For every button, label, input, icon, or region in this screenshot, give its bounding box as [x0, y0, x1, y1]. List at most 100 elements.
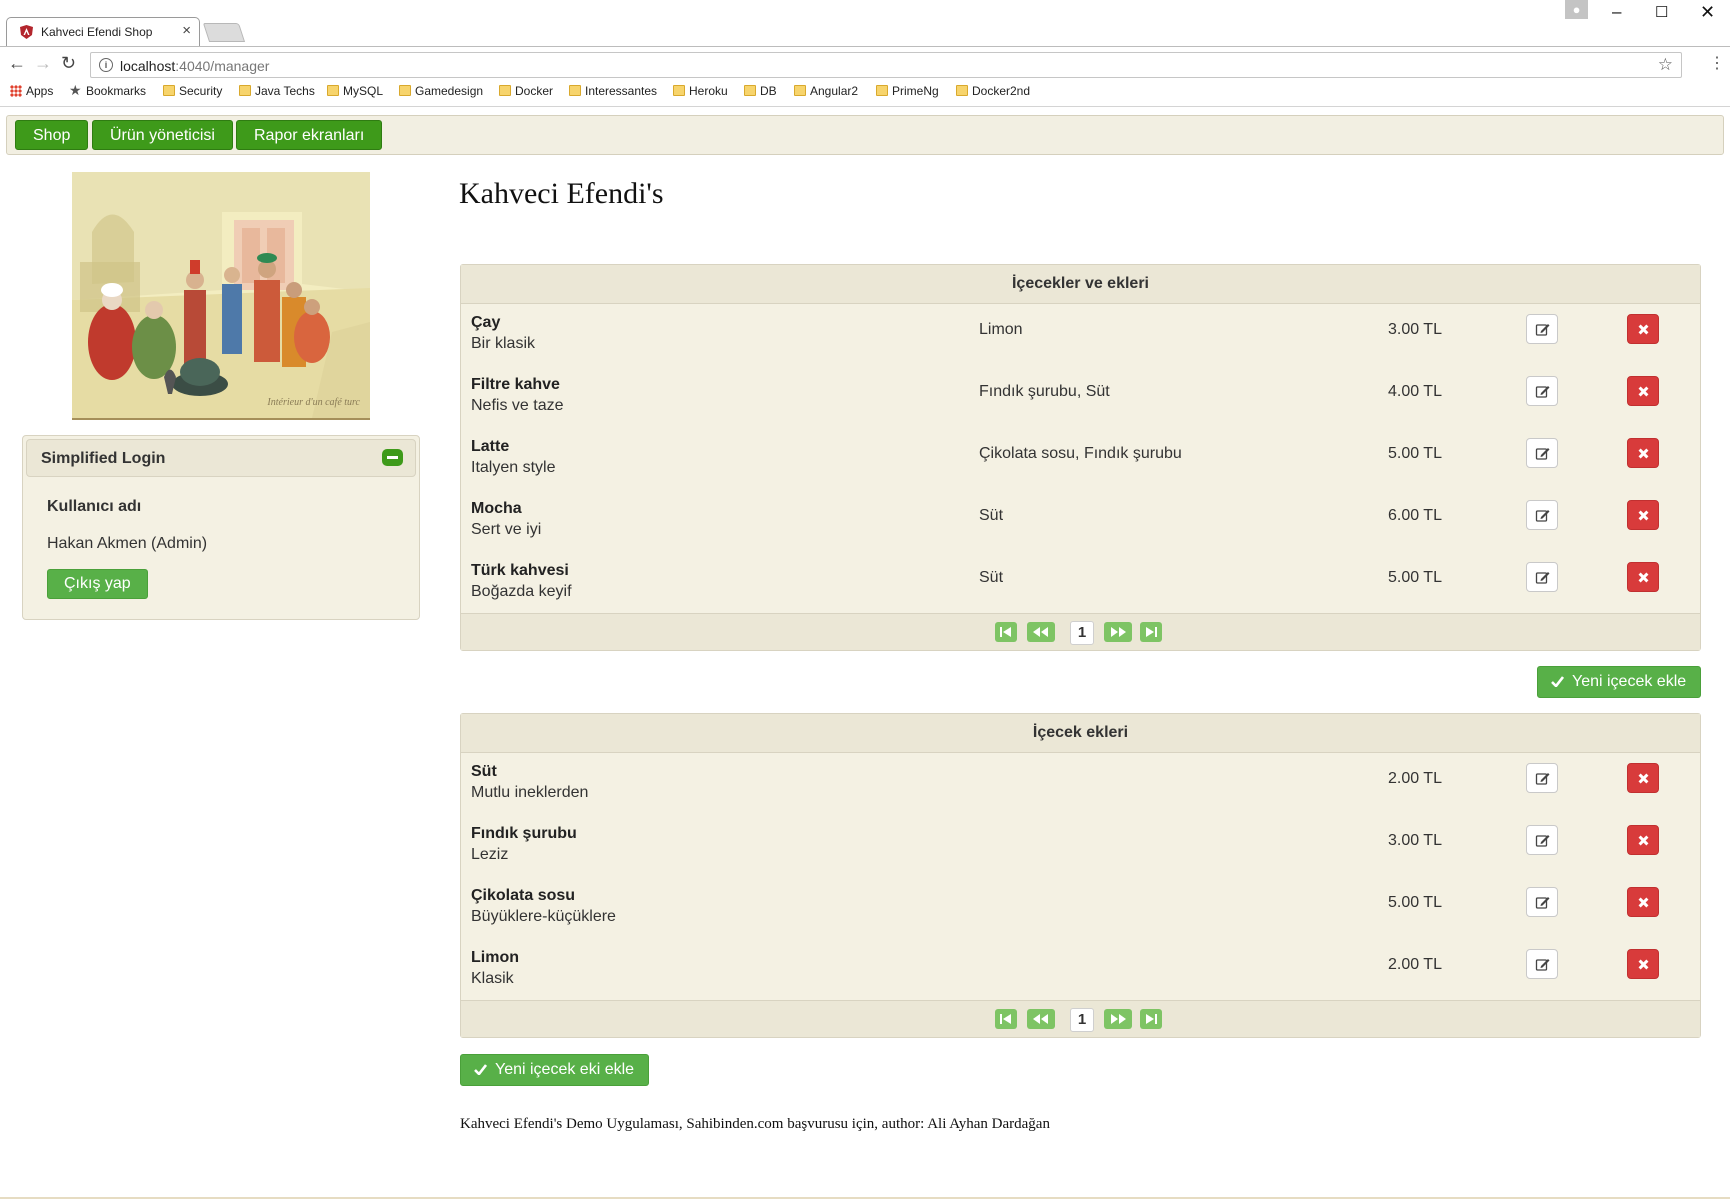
table-row: Latte Italyen style Çikolata sosu, Fındık … [461, 427, 1700, 489]
browser-tab[interactable]: Kahveci Efendi Shop × [6, 17, 200, 46]
bookmark-label: Java Techs [255, 84, 315, 98]
minimize-icon[interactable]: – [1612, 2, 1621, 22]
next-page-icon[interactable] [1104, 1009, 1132, 1029]
bookmark-security[interactable]: Security [161, 83, 222, 106]
last-page-icon[interactable] [1140, 622, 1162, 642]
login-panel-header: Simplified Login [26, 439, 416, 477]
item-price: 6.00 TL [1388, 507, 1442, 524]
url-field[interactable]: i localhost:4040/manager ☆ [90, 52, 1682, 78]
table-row: Mocha Sert ve iyi Süt 6.00 TL [461, 489, 1700, 551]
folder-icon [499, 85, 511, 96]
edit-button[interactable] [1526, 825, 1558, 855]
nav-reports-button[interactable]: Rapor ekranları [236, 120, 383, 150]
addons-paginator: 1 [461, 1000, 1700, 1037]
bookmark-label: Heroku [689, 84, 728, 98]
edit-button[interactable] [1526, 438, 1558, 468]
bookmark-label: Docker2nd [972, 84, 1031, 98]
edit-button[interactable] [1526, 763, 1558, 793]
bookmark-primeng[interactable]: PrimeNg [874, 83, 939, 106]
bookmark-angular2[interactable]: Angular2 [792, 83, 858, 106]
bookmark-db[interactable]: DB [742, 83, 777, 106]
bookmark-bookmarks[interactable]: ★ Bookmarks [68, 82, 146, 106]
maximize-icon[interactable]: ☐ [1655, 3, 1668, 21]
edit-button[interactable] [1526, 887, 1558, 917]
item-addons: Limon [979, 321, 1023, 338]
delete-button[interactable] [1627, 314, 1659, 344]
bookmark-docker2nd[interactable]: Docker2nd [954, 83, 1030, 106]
prev-page-icon[interactable] [1027, 1009, 1055, 1029]
reload-icon[interactable]: ↻ [61, 53, 76, 74]
prev-page-icon[interactable] [1027, 622, 1055, 642]
folder-icon [239, 85, 251, 96]
delete-button[interactable] [1627, 562, 1659, 592]
logout-button[interactable]: Çıkış yap [47, 569, 148, 599]
site-info-icon[interactable]: i [99, 58, 113, 72]
folder-icon [569, 85, 581, 96]
nav-shop-button[interactable]: Shop [15, 120, 89, 150]
edit-pencil-icon [1535, 386, 1550, 398]
table-row: Çay Bir klasik Limon 3.00 TL [461, 303, 1700, 365]
first-page-icon[interactable] [995, 1009, 1017, 1029]
window-close-icon[interactable]: ✕ [1700, 2, 1715, 23]
item-description: Nefis ve taze [471, 397, 564, 414]
folder-icon [399, 85, 411, 96]
bookmark-apps[interactable]: Apps [8, 83, 53, 106]
bookmark-interessantes[interactable]: Interessantes [567, 83, 657, 106]
item-price: 5.00 TL [1388, 569, 1442, 586]
profile-icon[interactable]: ● [1565, 0, 1588, 19]
item-price: 2.00 TL [1388, 956, 1442, 973]
delete-button[interactable] [1627, 500, 1659, 530]
edit-button[interactable] [1526, 500, 1558, 530]
apps-grid-icon [10, 85, 22, 97]
last-page-icon[interactable] [1140, 1009, 1162, 1029]
delete-button[interactable] [1627, 376, 1659, 406]
login-panel: Simplified Login Kullanıcı adı Hakan Akm… [22, 435, 420, 620]
new-tab-button[interactable] [202, 23, 246, 42]
edit-button[interactable] [1526, 562, 1558, 592]
delete-button[interactable] [1627, 887, 1659, 917]
url-host: localhost [120, 58, 176, 74]
delete-button[interactable] [1627, 949, 1659, 979]
bookmark-label: Angular2 [810, 84, 859, 98]
edit-button[interactable] [1526, 949, 1558, 979]
bookmark-label: DB [760, 84, 777, 98]
edit-button[interactable] [1526, 376, 1558, 406]
bookmark-label: Apps [26, 84, 54, 98]
bookmark-star-icon[interactable]: ☆ [1658, 55, 1673, 75]
delete-button[interactable] [1627, 825, 1659, 855]
add-drink-button[interactable]: Yeni içecek ekle [1537, 666, 1702, 698]
add-drink-label: Yeni içecek ekle [1572, 673, 1687, 690]
edit-pencil-icon [1535, 773, 1550, 785]
delete-button[interactable] [1627, 438, 1659, 468]
item-description: Italyen style [471, 459, 556, 476]
bookmark-heroku[interactable]: Heroku [671, 83, 728, 106]
table-row: Limon Klasik 2.00 TL [461, 938, 1700, 1000]
addons-table: İçecek ekleri Süt Mutlu ineklerden 2.00 TL… [460, 713, 1701, 1038]
bookmark-java-techs[interactable]: Java Techs [237, 83, 315, 106]
table-row: Süt Mutlu ineklerden 2.00 TL [461, 752, 1700, 814]
drinks-page-number[interactable]: 1 [1070, 621, 1094, 645]
bookmark-gamedesign[interactable]: Gamedesign [397, 83, 483, 106]
item-name: Çikolata sosu [471, 887, 576, 904]
menu-kebab-icon[interactable]: ⋮ [1709, 53, 1725, 73]
edit-pencil-icon [1535, 897, 1550, 909]
first-page-icon[interactable] [995, 622, 1017, 642]
collapse-minus-icon[interactable] [382, 449, 403, 466]
next-page-icon[interactable] [1104, 622, 1132, 642]
forward-icon[interactable]: → [34, 53, 52, 74]
folder-icon [876, 85, 888, 96]
addons-page-number[interactable]: 1 [1070, 1008, 1094, 1032]
bookmarks-bar: Apps ★ Bookmarks Security Java Techs MySQ… [0, 82, 1730, 107]
bookmark-docker[interactable]: Docker [497, 83, 553, 106]
back-icon[interactable]: ← [8, 53, 26, 74]
nav-manager-button[interactable]: Ürün yöneticisi [92, 120, 233, 150]
edit-pencil-icon [1535, 572, 1550, 584]
edit-button[interactable] [1526, 314, 1558, 344]
tab-close-icon[interactable]: × [182, 22, 191, 39]
delete-button[interactable] [1627, 763, 1659, 793]
item-description: Bir klasik [471, 335, 536, 352]
tab-title: Kahveci Efendi Shop [41, 25, 153, 39]
page-bottom-divider [0, 1197, 1730, 1199]
add-addon-button[interactable]: Yeni içecek eki ekle [460, 1054, 650, 1086]
bookmark-mysql[interactable]: MySQL [325, 83, 383, 106]
